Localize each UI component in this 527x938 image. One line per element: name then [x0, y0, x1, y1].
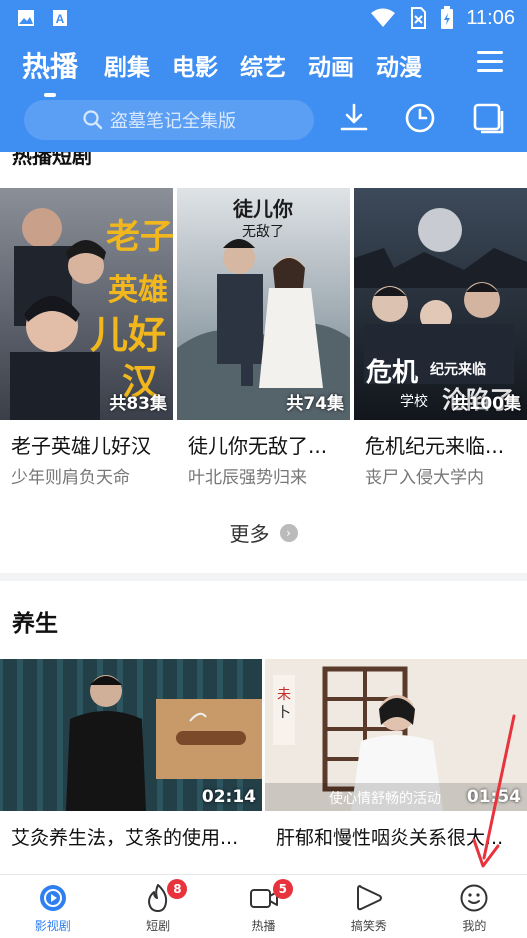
section-title-hot-dramas: 热播短剧 [12, 152, 92, 168]
svg-text:老子: 老子 [106, 217, 173, 257]
drama-subtitle: 丧尸入侵大学内 [365, 468, 484, 488]
video-thumbnail: 02:14 [0, 659, 262, 811]
drama-list: 老子 英雄 儿好 汉 共83集 老子英雄儿好汉 少年则肩负天命 徒儿你 无敌了 … [0, 188, 527, 488]
drama-poster: 老子 英雄 儿好 汉 共83集 [0, 188, 173, 420]
drama-subtitle: 叶北辰强势归来 [188, 468, 307, 488]
bottom-nav: 影视剧 8 短剧 5 热播 搞笑秀 我的 [0, 874, 527, 938]
battery-icon [441, 6, 454, 29]
drama-poster: 危机 纪元来临 学校 沦陷了 共100集 [354, 188, 527, 420]
video-duration: 01:54 [466, 787, 521, 807]
video-duration: 02:14 [201, 787, 256, 807]
category-tabs: 热播 剧集 电影 综艺 动画 动漫 [22, 44, 522, 97]
tab-animation[interactable]: 动画 [308, 48, 354, 82]
search-bar[interactable]: 盗墓笔记全集版 [24, 100, 314, 140]
gallery-icon [18, 10, 34, 26]
menu-icon[interactable] [477, 51, 503, 73]
smile-icon [460, 884, 488, 912]
svg-text:学校: 学校 [400, 393, 428, 410]
svg-text:徒儿你: 徒儿你 [232, 197, 293, 221]
svg-text:儿好: 儿好 [90, 312, 166, 357]
more-button[interactable]: 更多 › [0, 518, 527, 547]
section-title-health: 养生 [12, 611, 58, 637]
top-header: A 11:06 热播 剧集 电影 综艺 动画 动漫 盗墓笔记全集版 [0, 0, 527, 152]
tab-anime[interactable]: 动漫 [376, 48, 422, 82]
tab-hot[interactable]: 热播 [22, 45, 78, 97]
history-icon[interactable] [404, 102, 436, 134]
drama-poster: 徒儿你 无敌了 共74集 [177, 188, 350, 420]
status-bar: A 11:06 [0, 0, 527, 36]
more-label: 更多 [229, 522, 270, 546]
nav-label: 影视剧 [34, 919, 71, 933]
notification-badge: 5 [272, 879, 293, 899]
svg-text:危机: 危机 [366, 357, 418, 388]
tab-series[interactable]: 剧集 [104, 48, 150, 82]
section-divider [0, 573, 527, 581]
nav-label: 热播 [251, 919, 276, 933]
nav-item-short-drama[interactable]: 8 短剧 [105, 875, 210, 938]
thumb-caption: 使心情舒畅的活动 [329, 790, 441, 807]
video-thumbnail: 未 卜 使心情舒畅的活动 01:54 [265, 659, 527, 811]
chevron-right-icon: › [279, 523, 298, 542]
drama-title: 徒儿你无敌了... [188, 434, 328, 458]
drama-title: 危机纪元来临... [365, 434, 505, 458]
svg-text:英雄: 英雄 [108, 273, 168, 308]
episode-count: 共100集 [451, 394, 522, 414]
notification-badge: 8 [167, 879, 188, 899]
drama-subtitle: 少年则肩负天命 [11, 468, 130, 488]
nav-item-funny[interactable]: 搞笑秀 [316, 875, 421, 938]
drama-card[interactable]: 危机 纪元来临 学校 沦陷了 共100集 危机纪元来临... 丧尸入侵大学内 [354, 188, 527, 488]
search-icon [83, 110, 103, 130]
svg-text:A: A [56, 12, 65, 26]
drama-card[interactable]: 徒儿你 无敌了 共74集 徒儿你无敌了... 叶北辰强势归来 [177, 188, 350, 488]
svg-text:纪元来临: 纪元来临 [430, 361, 486, 378]
episode-count: 共83集 [109, 394, 167, 414]
nav-item-movies[interactable]: 影视剧 [0, 875, 105, 938]
svg-text:无敌了: 无敌了 [242, 224, 284, 240]
video-card[interactable]: 02:14 艾灸养生法，艾条的使用... [0, 659, 262, 850]
search-placeholder: 盗墓笔记全集版 [110, 111, 236, 132]
wifi-icon [371, 8, 396, 27]
drama-title: 老子英雄儿好汉 [11, 434, 151, 458]
download-icon[interactable] [338, 102, 370, 134]
nav-item-mine[interactable]: 我的 [422, 875, 527, 938]
play-outline-icon [356, 885, 382, 911]
video-title: 肝郁和慢性咽炎关系很大... [276, 827, 504, 849]
tab-variety[interactable]: 综艺 [240, 48, 286, 82]
drama-card[interactable]: 老子 英雄 儿好 汉 共83集 老子英雄儿好汉 少年则肩负天命 [0, 188, 173, 488]
video-title: 艾灸养生法，艾条的使用... [11, 827, 239, 849]
sim-off-icon [411, 7, 427, 29]
svg-text:未: 未 [277, 687, 291, 703]
nav-label: 短剧 [146, 919, 171, 933]
tab-movie[interactable]: 电影 [172, 48, 218, 82]
play-circle-icon [39, 885, 66, 911]
window-icon[interactable] [472, 102, 504, 134]
nav-label: 我的 [462, 919, 487, 933]
video-card[interactable]: 未 卜 使心情舒畅的活动 01:54 肝郁和慢性咽炎关系很大... [265, 659, 527, 850]
app-screen: A 11:06 热播 剧集 电影 综艺 动画 动漫 盗墓笔记全集版 热播短剧 老… [0, 0, 527, 938]
status-time: 11:06 [466, 6, 515, 29]
svg-text:卜: 卜 [277, 705, 291, 721]
episode-count: 共74集 [286, 394, 344, 414]
nav-label: 搞笑秀 [350, 919, 387, 933]
app-a-icon: A [53, 10, 67, 26]
content-scroll[interactable]: 热播短剧 老子 英雄 儿好 汉 共83集 老子英雄儿好汉 少年则肩负天命 徒儿你… [0, 152, 527, 874]
nav-item-hot[interactable]: 5 热播 [211, 875, 316, 938]
